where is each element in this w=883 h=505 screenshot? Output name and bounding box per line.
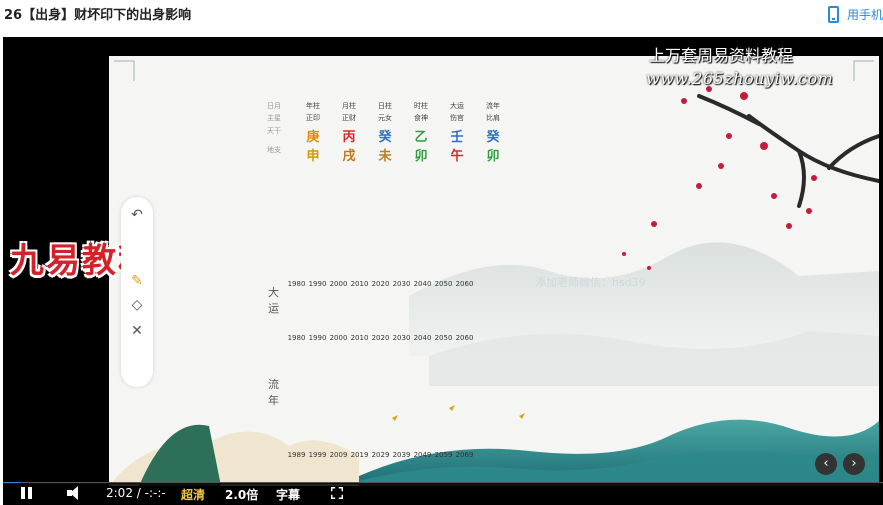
- pause-icon[interactable]: [20, 486, 34, 500]
- subtitles-button[interactable]: 字幕: [276, 486, 300, 503]
- dayun-years-row: 1980 1990 2000 2010 2020 2030 2040 2050 …: [286, 280, 475, 288]
- liunian-label: 流年: [268, 378, 279, 407]
- pillar-name: 月柱: [342, 102, 356, 110]
- annotation-toolbar: ↶ ✎ ◇ ✕: [121, 197, 153, 387]
- year: 2060: [455, 334, 474, 342]
- prev-slide-button[interactable]: ‹: [815, 453, 837, 475]
- pillar-header-row: 日月 年柱 月柱 日柱 时柱 大运 流年: [267, 101, 511, 111]
- stem: 癸: [486, 130, 500, 145]
- stem: 丙: [342, 130, 356, 145]
- row-label: 天干: [267, 127, 281, 135]
- liunian-end-years-row: 1989 1999 2009 2019 2029 2039 2049 2059 …: [286, 451, 475, 459]
- page-title: 26【出身】财坏印下的出身影响: [4, 8, 192, 23]
- year: 2039: [392, 451, 411, 459]
- year: 2059: [434, 451, 453, 459]
- branch: 戌: [342, 149, 356, 164]
- year: 2030: [392, 334, 411, 342]
- year: 2060: [455, 280, 474, 288]
- row-label: 日月: [267, 102, 281, 110]
- branch: 午: [450, 149, 464, 164]
- year: 1999: [308, 451, 327, 459]
- mobile-view-link[interactable]: 用手机: [827, 3, 883, 25]
- main-star: 食神: [414, 114, 428, 122]
- speed-button[interactable]: 2.0倍: [225, 486, 258, 503]
- year: 2010: [350, 334, 369, 342]
- stem: 癸: [378, 130, 392, 145]
- year: 2050: [434, 280, 453, 288]
- main-star: 伤官: [450, 114, 464, 122]
- year: 2040: [413, 334, 432, 342]
- year: 2010: [350, 280, 369, 288]
- branch: 卯: [486, 149, 500, 164]
- pillar-name: 流年: [486, 102, 500, 110]
- stem: 乙: [414, 130, 428, 145]
- year: 2069: [455, 451, 474, 459]
- heavenly-stem-row: 天干 庚 丙 癸 乙 壬 癸: [267, 126, 511, 145]
- year: 1989: [287, 451, 306, 459]
- pillar-name: 年柱: [306, 102, 320, 110]
- page: 26【出身】财坏印下的出身影响 用手机 日月 年柱 月柱 日柱 时柱 大运 流年…: [0, 0, 883, 505]
- top-header: 26【出身】财坏印下的出身影响 用手机: [0, 0, 883, 36]
- year: 2030: [392, 280, 411, 288]
- close-icon[interactable]: ✕: [129, 323, 145, 339]
- video-player[interactable]: 日月 年柱 月柱 日柱 时柱 大运 流年 主星 正印 正财 元女 食神 伤官 比…: [3, 37, 883, 505]
- year: 2000: [329, 280, 348, 288]
- fullscreen-icon[interactable]: [330, 486, 344, 500]
- year: 2029: [371, 451, 390, 459]
- earthly-branch-row: 地支 申 戌 未 卯 午 卯: [267, 145, 511, 164]
- phone-icon: [827, 5, 839, 23]
- year: 2050: [434, 334, 453, 342]
- pillar-name: 大运: [450, 102, 464, 110]
- wechat-watermark: 添加老师微信：hsd39: [535, 276, 646, 289]
- year: 2040: [413, 280, 432, 288]
- eraser-icon[interactable]: ◇: [129, 297, 145, 313]
- watermark-title: 上万套周易资料教程: [649, 46, 794, 65]
- main-star: 正财: [342, 114, 356, 122]
- watermark-url: www.265zhouyiw.com: [646, 69, 834, 88]
- main-star: 元女: [378, 114, 392, 122]
- liunian-years-row: 1980 1990 2000 2010 2020 2030 2040 2050 …: [286, 334, 475, 342]
- year: 2009: [329, 451, 348, 459]
- year: 2000: [329, 334, 348, 342]
- main-star: 比肩: [486, 114, 500, 122]
- video-frame: 日月 年柱 月柱 日柱 时柱 大运 流年 主星 正印 正财 元女 食神 伤官 比…: [109, 56, 879, 486]
- branch: 未: [378, 149, 392, 164]
- year: 1990: [308, 280, 327, 288]
- year: 2019: [350, 451, 369, 459]
- year: 2049: [413, 451, 432, 459]
- branch: 申: [306, 149, 320, 164]
- stem: 壬: [450, 130, 464, 145]
- next-slide-button[interactable]: ›: [843, 453, 865, 475]
- mobile-link-label: 用手机: [846, 7, 883, 22]
- branch: 卯: [414, 149, 428, 164]
- year: 2020: [371, 280, 390, 288]
- main-star-row: 主星 正印 正财 元女 食神 伤官 比肩: [267, 113, 511, 123]
- row-label: 地支: [267, 146, 281, 154]
- year: 1990: [308, 334, 327, 342]
- main-star: 正印: [306, 114, 320, 122]
- year: 2020: [371, 334, 390, 342]
- pillar-name: 日柱: [378, 102, 392, 110]
- year: 1980: [287, 334, 306, 342]
- volume-icon[interactable]: [67, 486, 83, 500]
- undo-icon[interactable]: ↶: [129, 207, 145, 223]
- pen-icon[interactable]: ✎: [129, 273, 145, 289]
- quality-button[interactable]: 超清: [181, 486, 205, 503]
- dayun-label: 大运: [268, 286, 279, 315]
- control-bar: 2:02 / -:-:- 超清 2.0倍 字幕: [3, 483, 883, 505]
- year: 1980: [287, 280, 306, 288]
- time-display: 2:02 / -:-:-: [106, 486, 166, 500]
- row-label: 主星: [267, 114, 281, 122]
- stem: 庚: [306, 130, 320, 145]
- pillar-name: 时柱: [414, 102, 428, 110]
